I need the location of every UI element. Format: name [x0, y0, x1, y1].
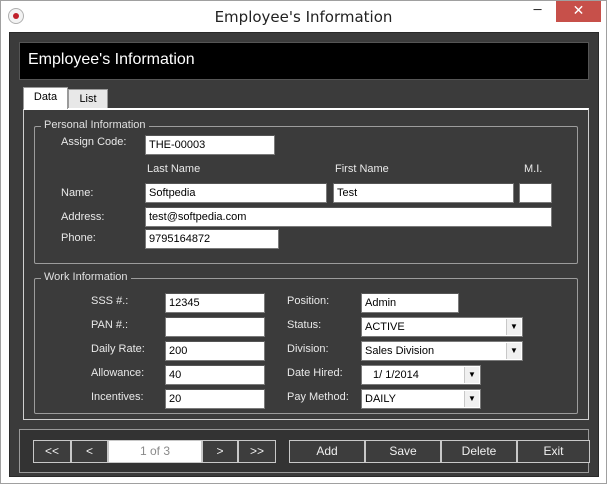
last-record-button[interactable]: >> — [238, 440, 276, 463]
personal-information-legend: Personal Information — [41, 119, 149, 131]
division-label: Division: — [287, 343, 329, 355]
phone-label: Phone: — [61, 232, 96, 244]
pay-method-label: Pay Method: — [287, 391, 349, 403]
window-title: Employee's Information — [214, 8, 393, 26]
minimize-button[interactable]: ─ — [525, 1, 550, 22]
chevron-down-icon[interactable]: ▼ — [506, 319, 521, 335]
save-button[interactable]: Save — [365, 440, 441, 463]
pay-method-dropdown[interactable]: DAILY ▼ — [361, 389, 481, 409]
calendar-dropdown-icon[interactable]: ▼ — [464, 367, 479, 383]
close-button[interactable]: ✕ — [556, 1, 601, 22]
address-label: Address: — [61, 211, 105, 223]
chevron-down-icon[interactable]: ▼ — [464, 391, 479, 407]
pay-method-dropdown-value: DAILY — [365, 393, 396, 405]
status-dropdown-value: ACTIVE — [365, 321, 405, 333]
first-name-header: First Name — [335, 163, 389, 175]
sss-field[interactable]: 12345 — [165, 293, 265, 313]
page-indicator: 1 of 3 — [108, 440, 202, 463]
delete-button[interactable]: Delete — [441, 440, 517, 463]
next-record-button[interactable]: > — [202, 440, 238, 463]
allowance-label: Allowance: — [91, 367, 145, 379]
daily-rate-label: Daily Rate: — [91, 343, 145, 355]
chevron-down-icon[interactable]: ▼ — [506, 343, 521, 359]
first-name-field[interactable]: Test — [333, 183, 514, 203]
pan-label: PAN #.: — [91, 319, 129, 331]
pan-field[interactable] — [165, 317, 265, 337]
sss-label: SSS #.: — [91, 295, 129, 307]
incentives-field[interactable]: 20 — [165, 389, 265, 409]
incentives-label: Incentives: — [91, 391, 144, 403]
last-name-header: Last Name — [147, 163, 201, 175]
middle-initial-field[interactable] — [519, 183, 552, 203]
exit-button[interactable]: Exit — [517, 440, 590, 463]
middle-initial-header: M.I. — [524, 163, 543, 175]
status-label: Status: — [287, 319, 322, 331]
division-dropdown[interactable]: Sales Division ▼ — [361, 341, 523, 361]
phone-field[interactable]: 9795164872 — [145, 229, 279, 249]
work-information-group: Work Information SSS #.: 12345 PAN #.: D… — [34, 271, 578, 414]
work-information-legend: Work Information — [41, 271, 131, 283]
first-record-button[interactable]: << — [33, 440, 71, 463]
date-hired-value: 1/ 1/2014 — [373, 369, 419, 381]
tab-list[interactable]: List — [68, 89, 108, 109]
previous-record-button[interactable]: < — [71, 440, 108, 463]
header-banner: Employee's Information — [19, 42, 589, 80]
personal-information-group: Personal Information Assign Code: THE-00… — [34, 119, 578, 264]
assign-code-label: Assign Code: — [61, 136, 127, 148]
main-client-area: Employee's Information Data List Persona… — [9, 32, 599, 477]
add-button[interactable]: Add — [289, 440, 365, 463]
position-field[interactable]: Admin — [361, 293, 459, 313]
date-hired-label: Date Hired: — [287, 367, 343, 379]
assign-code-field[interactable]: THE-00003 — [145, 135, 275, 155]
division-dropdown-value: Sales Division — [365, 345, 435, 357]
date-hired-picker[interactable]: 1/ 1/2014 ▼ — [361, 365, 481, 385]
address-field[interactable]: test@softpedia.com — [145, 207, 552, 227]
title-bar: Employee's Information ─ ✕ — [1, 1, 606, 32]
daily-rate-field[interactable]: 200 — [165, 341, 265, 361]
name-label: Name: — [61, 187, 94, 199]
status-dropdown[interactable]: ACTIVE ▼ — [361, 317, 523, 337]
last-name-field[interactable]: Softpedia — [145, 183, 327, 203]
record-navigation-bar: << < 1 of 3 > >> Add Save Delete Exit — [19, 429, 590, 473]
data-tab-panel: Personal Information Assign Code: THE-00… — [23, 108, 589, 420]
tab-data[interactable]: Data — [23, 87, 68, 109]
position-label: Position: — [287, 295, 330, 307]
page-title: Employee's Information — [28, 51, 195, 68]
app-window: Employee's Information ─ ✕ Employee's In… — [0, 0, 607, 484]
allowance-field[interactable]: 40 — [165, 365, 265, 385]
